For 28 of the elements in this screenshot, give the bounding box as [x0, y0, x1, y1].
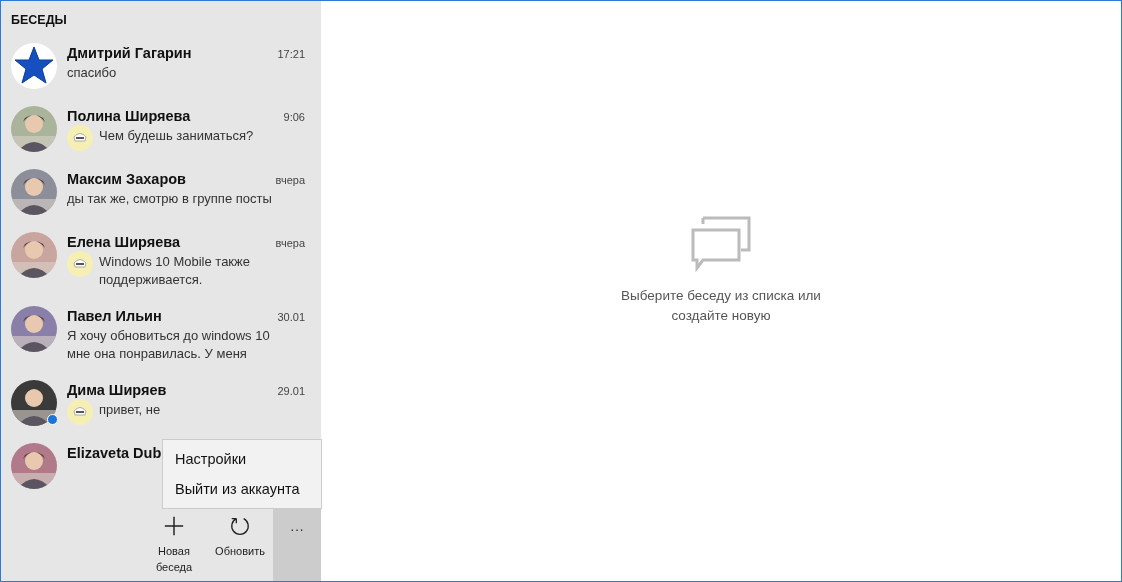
message-preview: Я хочу обновиться до windows 10 мне она понравилась. У меня [67, 327, 271, 363]
message-preview: Windows 10 Mobile также поддерживается. [99, 253, 251, 289]
chat-bubbles-icon [691, 216, 751, 272]
message-time: вчера [275, 174, 305, 186]
empty-state-message: Выберите беседу из списка или создайте новую [620, 287, 822, 325]
message-time: 30.01 [277, 311, 305, 323]
contact-name: Елена Ширяева [67, 234, 181, 250]
contact-name: Максим Захаров [67, 171, 187, 187]
message-time: 17:21 [277, 48, 305, 60]
message-preview: спасибо [67, 64, 117, 82]
contact-name: Elizaveta Dub [67, 445, 162, 461]
message-time: 29.01 [277, 385, 305, 397]
contact-name: Дмитрий Гагарин [67, 45, 192, 61]
contact-name: Полина Ширяева [67, 108, 191, 124]
new-conversation-button[interactable]: Новая беседа [141, 505, 207, 581]
refresh-icon [229, 515, 251, 537]
sidebar-title: БЕСЕДЫ [10, 12, 68, 29]
menu-item[interactable]: Выйти из аккаунта [163, 474, 321, 504]
contact-name: Дима Ширяев [67, 382, 167, 398]
message-preview: Чем будешь заниматься? [99, 127, 254, 145]
plus-icon [163, 515, 185, 537]
message-preview: привет, не [99, 401, 161, 419]
menu-item[interactable]: Настройки [163, 444, 321, 474]
message-preview: ды так же, смотрю в группе посты [67, 190, 272, 208]
message-time: вчера [275, 237, 305, 249]
message-time: 9:06 [283, 111, 305, 123]
refresh-button[interactable]: Обновить [207, 505, 273, 581]
contact-name: Павел Ильин [67, 308, 162, 324]
